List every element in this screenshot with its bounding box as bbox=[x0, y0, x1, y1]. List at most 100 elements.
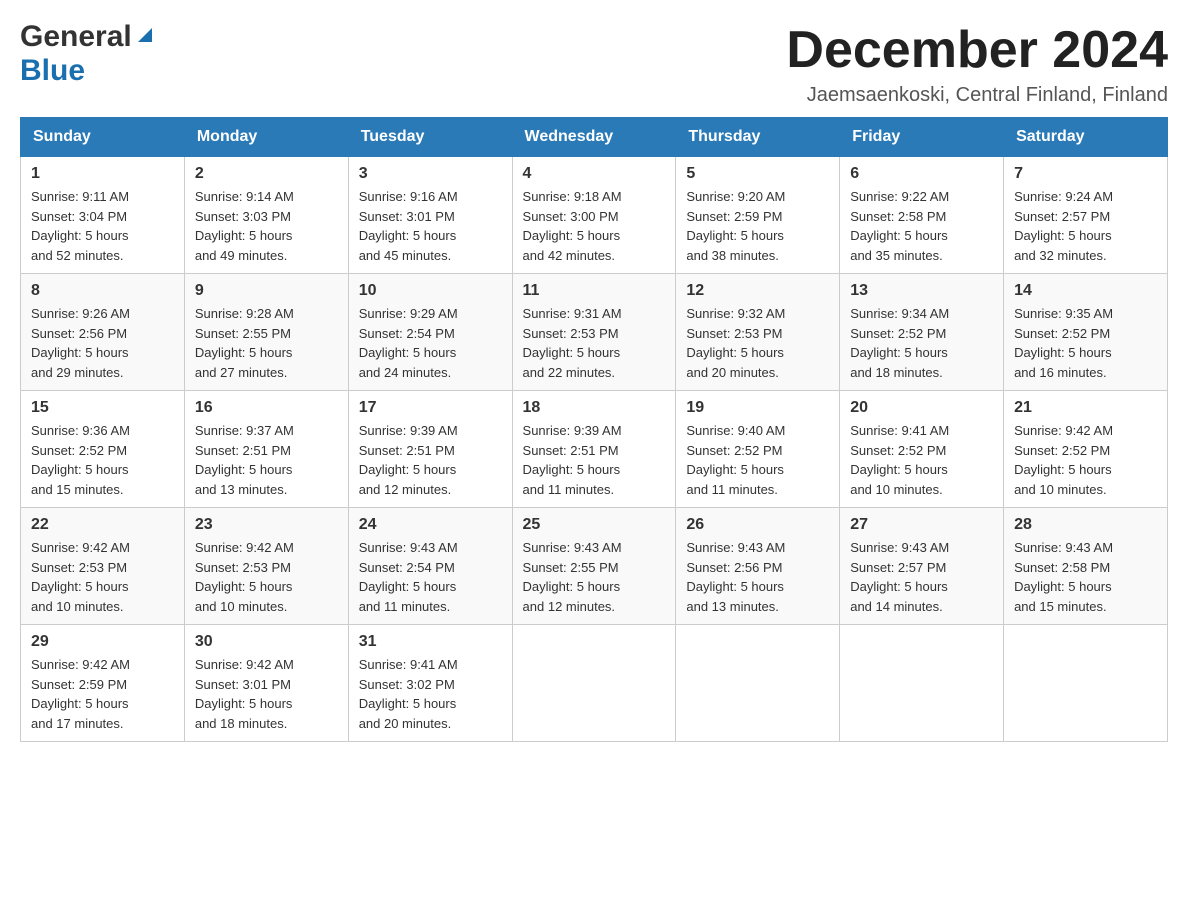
day-info: Sunrise: 9:43 AMSunset: 2:55 PMDaylight:… bbox=[523, 540, 622, 614]
table-row: 31 Sunrise: 9:41 AMSunset: 3:02 PMDaylig… bbox=[348, 625, 512, 742]
table-row: 30 Sunrise: 9:42 AMSunset: 3:01 PMDaylig… bbox=[184, 625, 348, 742]
table-row: 11 Sunrise: 9:31 AMSunset: 2:53 PMDaylig… bbox=[512, 274, 676, 391]
day-number: 22 bbox=[31, 516, 174, 534]
table-row: 21 Sunrise: 9:42 AMSunset: 2:52 PMDaylig… bbox=[1004, 391, 1168, 508]
table-row bbox=[676, 625, 840, 742]
day-info: Sunrise: 9:16 AMSunset: 3:01 PMDaylight:… bbox=[359, 189, 458, 263]
day-info: Sunrise: 9:18 AMSunset: 3:00 PMDaylight:… bbox=[523, 189, 622, 263]
table-row: 14 Sunrise: 9:35 AMSunset: 2:52 PMDaylig… bbox=[1004, 274, 1168, 391]
day-info: Sunrise: 9:36 AMSunset: 2:52 PMDaylight:… bbox=[31, 423, 130, 497]
day-number: 2 bbox=[195, 165, 338, 183]
calendar-week-2: 8 Sunrise: 9:26 AMSunset: 2:56 PMDayligh… bbox=[21, 274, 1168, 391]
logo: General Blue bbox=[20, 20, 156, 88]
col-monday: Monday bbox=[184, 118, 348, 157]
day-info: Sunrise: 9:42 AMSunset: 2:53 PMDaylight:… bbox=[31, 540, 130, 614]
calendar-week-4: 22 Sunrise: 9:42 AMSunset: 2:53 PMDaylig… bbox=[21, 508, 1168, 625]
table-row: 4 Sunrise: 9:18 AMSunset: 3:00 PMDayligh… bbox=[512, 157, 676, 274]
table-row: 1 Sunrise: 9:11 AMSunset: 3:04 PMDayligh… bbox=[21, 157, 185, 274]
day-number: 9 bbox=[195, 282, 338, 300]
day-number: 18 bbox=[523, 399, 666, 417]
calendar-table: Sunday Monday Tuesday Wednesday Thursday… bbox=[20, 117, 1168, 742]
day-number: 25 bbox=[523, 516, 666, 534]
table-row: 29 Sunrise: 9:42 AMSunset: 2:59 PMDaylig… bbox=[21, 625, 185, 742]
day-info: Sunrise: 9:11 AMSunset: 3:04 PMDaylight:… bbox=[31, 189, 129, 263]
table-row: 17 Sunrise: 9:39 AMSunset: 2:51 PMDaylig… bbox=[348, 391, 512, 508]
table-row: 26 Sunrise: 9:43 AMSunset: 2:56 PMDaylig… bbox=[676, 508, 840, 625]
table-row: 10 Sunrise: 9:29 AMSunset: 2:54 PMDaylig… bbox=[348, 274, 512, 391]
month-title: December 2024 bbox=[786, 20, 1168, 80]
day-info: Sunrise: 9:42 AMSunset: 2:52 PMDaylight:… bbox=[1014, 423, 1113, 497]
table-row: 13 Sunrise: 9:34 AMSunset: 2:52 PMDaylig… bbox=[840, 274, 1004, 391]
day-number: 21 bbox=[1014, 399, 1157, 417]
day-number: 31 bbox=[359, 633, 502, 651]
col-tuesday: Tuesday bbox=[348, 118, 512, 157]
day-number: 27 bbox=[850, 516, 993, 534]
day-info: Sunrise: 9:35 AMSunset: 2:52 PMDaylight:… bbox=[1014, 306, 1113, 380]
day-number: 12 bbox=[686, 282, 829, 300]
day-info: Sunrise: 9:28 AMSunset: 2:55 PMDaylight:… bbox=[195, 306, 294, 380]
col-saturday: Saturday bbox=[1004, 118, 1168, 157]
day-info: Sunrise: 9:24 AMSunset: 2:57 PMDaylight:… bbox=[1014, 189, 1113, 263]
day-number: 23 bbox=[195, 516, 338, 534]
day-info: Sunrise: 9:32 AMSunset: 2:53 PMDaylight:… bbox=[686, 306, 785, 380]
day-info: Sunrise: 9:41 AMSunset: 2:52 PMDaylight:… bbox=[850, 423, 949, 497]
day-number: 3 bbox=[359, 165, 502, 183]
day-info: Sunrise: 9:43 AMSunset: 2:58 PMDaylight:… bbox=[1014, 540, 1113, 614]
day-info: Sunrise: 9:34 AMSunset: 2:52 PMDaylight:… bbox=[850, 306, 949, 380]
table-row: 9 Sunrise: 9:28 AMSunset: 2:55 PMDayligh… bbox=[184, 274, 348, 391]
table-row: 3 Sunrise: 9:16 AMSunset: 3:01 PMDayligh… bbox=[348, 157, 512, 274]
day-number: 13 bbox=[850, 282, 993, 300]
table-row: 12 Sunrise: 9:32 AMSunset: 2:53 PMDaylig… bbox=[676, 274, 840, 391]
day-number: 4 bbox=[523, 165, 666, 183]
day-number: 15 bbox=[31, 399, 174, 417]
day-info: Sunrise: 9:31 AMSunset: 2:53 PMDaylight:… bbox=[523, 306, 622, 380]
day-info: Sunrise: 9:14 AMSunset: 3:03 PMDaylight:… bbox=[195, 189, 294, 263]
day-number: 11 bbox=[523, 282, 666, 300]
col-friday: Friday bbox=[840, 118, 1004, 157]
location-text: Jaemsaenkoski, Central Finland, Finland bbox=[786, 84, 1168, 107]
day-number: 8 bbox=[31, 282, 174, 300]
day-number: 26 bbox=[686, 516, 829, 534]
calendar-week-5: 29 Sunrise: 9:42 AMSunset: 2:59 PMDaylig… bbox=[21, 625, 1168, 742]
day-info: Sunrise: 9:42 AMSunset: 2:53 PMDaylight:… bbox=[195, 540, 294, 614]
day-number: 30 bbox=[195, 633, 338, 651]
table-row: 6 Sunrise: 9:22 AMSunset: 2:58 PMDayligh… bbox=[840, 157, 1004, 274]
day-info: Sunrise: 9:29 AMSunset: 2:54 PMDaylight:… bbox=[359, 306, 458, 380]
calendar-week-1: 1 Sunrise: 9:11 AMSunset: 3:04 PMDayligh… bbox=[21, 157, 1168, 274]
day-number: 5 bbox=[686, 165, 829, 183]
day-info: Sunrise: 9:42 AMSunset: 2:59 PMDaylight:… bbox=[31, 657, 130, 731]
day-number: 1 bbox=[31, 165, 174, 183]
day-number: 24 bbox=[359, 516, 502, 534]
day-number: 28 bbox=[1014, 516, 1157, 534]
table-row: 24 Sunrise: 9:43 AMSunset: 2:54 PMDaylig… bbox=[348, 508, 512, 625]
day-number: 6 bbox=[850, 165, 993, 183]
day-info: Sunrise: 9:43 AMSunset: 2:56 PMDaylight:… bbox=[686, 540, 785, 614]
table-row: 5 Sunrise: 9:20 AMSunset: 2:59 PMDayligh… bbox=[676, 157, 840, 274]
table-row: 8 Sunrise: 9:26 AMSunset: 2:56 PMDayligh… bbox=[21, 274, 185, 391]
table-row: 19 Sunrise: 9:40 AMSunset: 2:52 PMDaylig… bbox=[676, 391, 840, 508]
day-info: Sunrise: 9:39 AMSunset: 2:51 PMDaylight:… bbox=[359, 423, 458, 497]
page-header: General Blue December 2024 Jaemsaenkoski… bbox=[20, 20, 1168, 107]
day-number: 19 bbox=[686, 399, 829, 417]
table-row bbox=[1004, 625, 1168, 742]
day-number: 20 bbox=[850, 399, 993, 417]
col-wednesday: Wednesday bbox=[512, 118, 676, 157]
day-info: Sunrise: 9:22 AMSunset: 2:58 PMDaylight:… bbox=[850, 189, 949, 263]
calendar-header-row: Sunday Monday Tuesday Wednesday Thursday… bbox=[21, 118, 1168, 157]
day-info: Sunrise: 9:26 AMSunset: 2:56 PMDaylight:… bbox=[31, 306, 130, 380]
table-row: 2 Sunrise: 9:14 AMSunset: 3:03 PMDayligh… bbox=[184, 157, 348, 274]
logo-general-text: General bbox=[20, 20, 132, 54]
day-number: 29 bbox=[31, 633, 174, 651]
day-number: 16 bbox=[195, 399, 338, 417]
table-row: 15 Sunrise: 9:36 AMSunset: 2:52 PMDaylig… bbox=[21, 391, 185, 508]
day-number: 14 bbox=[1014, 282, 1157, 300]
table-row: 20 Sunrise: 9:41 AMSunset: 2:52 PMDaylig… bbox=[840, 391, 1004, 508]
day-info: Sunrise: 9:43 AMSunset: 2:54 PMDaylight:… bbox=[359, 540, 458, 614]
day-number: 17 bbox=[359, 399, 502, 417]
col-sunday: Sunday bbox=[21, 118, 185, 157]
day-info: Sunrise: 9:43 AMSunset: 2:57 PMDaylight:… bbox=[850, 540, 949, 614]
day-info: Sunrise: 9:37 AMSunset: 2:51 PMDaylight:… bbox=[195, 423, 294, 497]
table-row: 7 Sunrise: 9:24 AMSunset: 2:57 PMDayligh… bbox=[1004, 157, 1168, 274]
table-row: 16 Sunrise: 9:37 AMSunset: 2:51 PMDaylig… bbox=[184, 391, 348, 508]
table-row bbox=[840, 625, 1004, 742]
